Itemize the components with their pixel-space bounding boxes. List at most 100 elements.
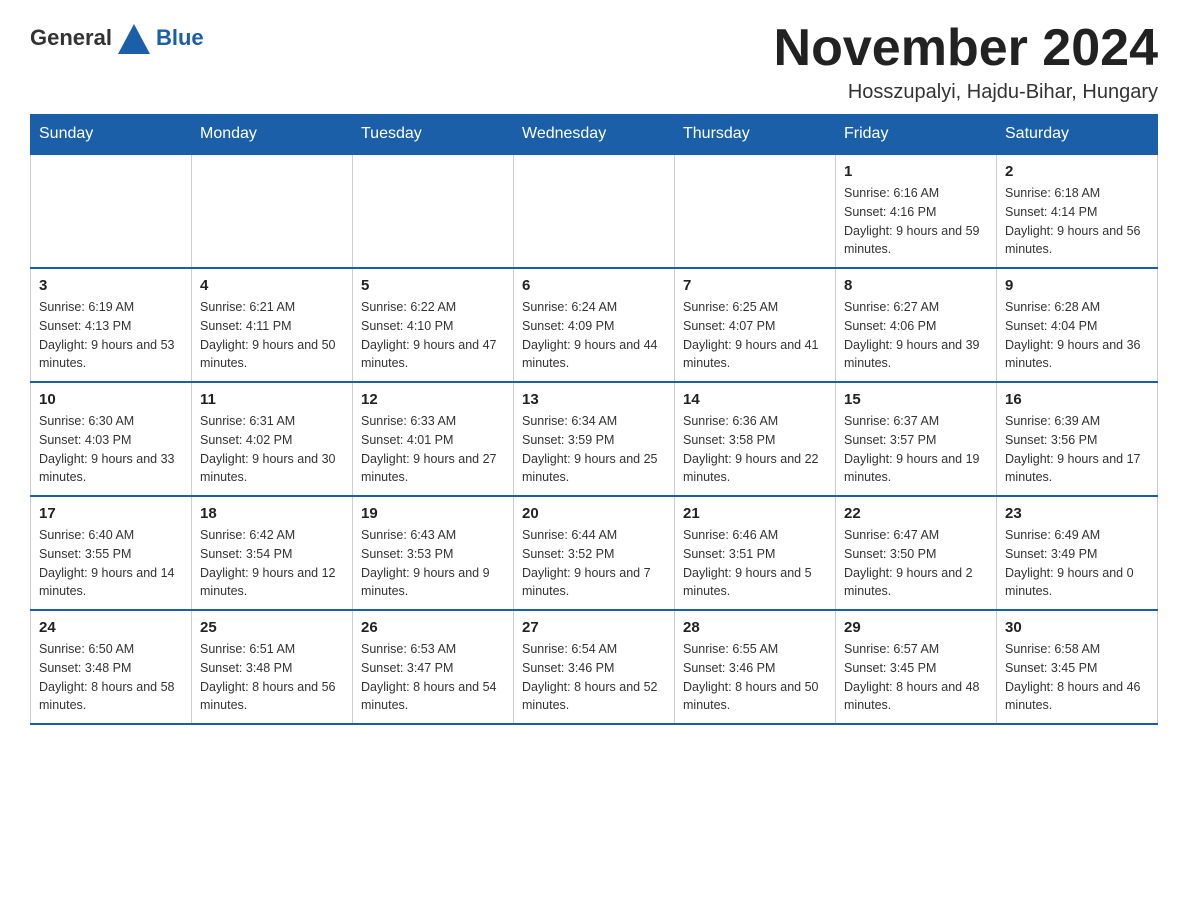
day-number: 13	[522, 391, 666, 408]
day-info: Sunrise: 6:19 AM Sunset: 4:13 PM Dayligh…	[39, 298, 183, 373]
day-number: 9	[1005, 277, 1149, 294]
calendar-cell	[31, 154, 192, 268]
calendar-cell: 27 Sunrise: 6:54 AM Sunset: 3:46 PM Dayli…	[514, 610, 675, 724]
calendar-cell: 20Sunrise: 6:44 AM Sunset: 3:52 PM Dayli…	[514, 496, 675, 610]
title-block: November 2024 Hosszupalyi, Hajdu-Bihar, …	[774, 20, 1158, 104]
calendar-cell: 8Sunrise: 6:27 AM Sunset: 4:06 PM Daylig…	[836, 268, 997, 382]
weekday-header: Friday	[836, 115, 997, 155]
day-info: Sunrise: 6:55 AM Sunset: 3:46 PM Dayligh…	[683, 640, 827, 715]
calendar-cell: 24Sunrise: 6:50 AM Sunset: 3:48 PM Dayli…	[31, 610, 192, 724]
day-info: Sunrise: 6:53 AM Sunset: 3:47 PM Dayligh…	[361, 640, 505, 715]
day-info: Sunrise: 6:18 AM Sunset: 4:14 PM Dayligh…	[1005, 184, 1149, 259]
day-number: 24	[39, 619, 183, 636]
calendar-cell: 13 Sunrise: 6:34 AM Sunset: 3:59 PM Dayli…	[514, 382, 675, 496]
calendar-cell: 22Sunrise: 6:47 AM Sunset: 3:50 PM Dayli…	[836, 496, 997, 610]
day-number: 25	[200, 619, 344, 636]
day-number: 20	[522, 505, 666, 522]
day-info: Sunrise: 6:46 AM Sunset: 3:51 PM Dayligh…	[683, 526, 827, 601]
logo: General Blue	[30, 20, 204, 56]
calendar-cell: 9 Sunrise: 6:28 AM Sunset: 4:04 PM Daylig…	[997, 268, 1158, 382]
day-info: Sunrise: 6:40 AM Sunset: 3:55 PM Dayligh…	[39, 526, 183, 601]
day-number: 1	[844, 163, 988, 180]
calendar-cell: 2 Sunrise: 6:18 AM Sunset: 4:14 PM Daylig…	[997, 154, 1158, 268]
calendar-cell: 18 Sunrise: 6:42 AM Sunset: 3:54 PM Dayli…	[192, 496, 353, 610]
calendar-cell: 6 Sunrise: 6:24 AM Sunset: 4:09 PM Daylig…	[514, 268, 675, 382]
day-info: Sunrise: 6:54 AM Sunset: 3:46 PM Dayligh…	[522, 640, 666, 715]
weekday-header: Wednesday	[514, 115, 675, 155]
calendar-cell: 25Sunrise: 6:51 AM Sunset: 3:48 PM Dayli…	[192, 610, 353, 724]
page-header: General Blue November 2024 Hosszupalyi, …	[30, 20, 1158, 104]
day-number: 23	[1005, 505, 1149, 522]
calendar-cell: 5 Sunrise: 6:22 AM Sunset: 4:10 PM Daylig…	[353, 268, 514, 382]
calendar-week-row: 17 Sunrise: 6:40 AM Sunset: 3:55 PM Dayli…	[31, 496, 1158, 610]
calendar-week-row: 3 Sunrise: 6:19 AM Sunset: 4:13 PM Daylig…	[31, 268, 1158, 382]
calendar-cell: 28 Sunrise: 6:55 AM Sunset: 3:46 PM Dayli…	[675, 610, 836, 724]
weekday-header: Saturday	[997, 115, 1158, 155]
day-number: 2	[1005, 163, 1149, 180]
month-title: November 2024	[774, 20, 1158, 77]
day-number: 5	[361, 277, 505, 294]
logo-general-text: General	[30, 25, 112, 51]
calendar-week-row: 10Sunrise: 6:30 AM Sunset: 4:03 PM Dayli…	[31, 382, 1158, 496]
day-number: 26	[361, 619, 505, 636]
calendar-cell: 14Sunrise: 6:36 AM Sunset: 3:58 PM Dayli…	[675, 382, 836, 496]
day-info: Sunrise: 6:22 AM Sunset: 4:10 PM Dayligh…	[361, 298, 505, 373]
day-number: 12	[361, 391, 505, 408]
calendar-cell: 29 Sunrise: 6:57 AM Sunset: 3:45 PM Dayli…	[836, 610, 997, 724]
weekday-header: Sunday	[31, 115, 192, 155]
day-number: 3	[39, 277, 183, 294]
calendar-week-row: 24Sunrise: 6:50 AM Sunset: 3:48 PM Dayli…	[31, 610, 1158, 724]
day-info: Sunrise: 6:42 AM Sunset: 3:54 PM Dayligh…	[200, 526, 344, 601]
logo-blue-text: Blue	[156, 25, 204, 51]
calendar-cell	[192, 154, 353, 268]
calendar-cell: 19 Sunrise: 6:43 AM Sunset: 3:53 PM Dayli…	[353, 496, 514, 610]
weekday-header: Tuesday	[353, 115, 514, 155]
calendar-cell: 26 Sunrise: 6:53 AM Sunset: 3:47 PM Dayli…	[353, 610, 514, 724]
day-info: Sunrise: 6:16 AM Sunset: 4:16 PM Dayligh…	[844, 184, 988, 259]
day-number: 15	[844, 391, 988, 408]
day-number: 21	[683, 505, 827, 522]
day-number: 29	[844, 619, 988, 636]
day-info: Sunrise: 6:39 AM Sunset: 3:56 PM Dayligh…	[1005, 412, 1149, 487]
weekday-header: Thursday	[675, 115, 836, 155]
day-info: Sunrise: 6:34 AM Sunset: 3:59 PM Dayligh…	[522, 412, 666, 487]
calendar-cell: 3 Sunrise: 6:19 AM Sunset: 4:13 PM Daylig…	[31, 268, 192, 382]
calendar-cell: 10Sunrise: 6:30 AM Sunset: 4:03 PM Dayli…	[31, 382, 192, 496]
calendar-cell	[675, 154, 836, 268]
day-info: Sunrise: 6:21 AM Sunset: 4:11 PM Dayligh…	[200, 298, 344, 373]
day-info: Sunrise: 6:28 AM Sunset: 4:04 PM Dayligh…	[1005, 298, 1149, 373]
day-number: 18	[200, 505, 344, 522]
calendar-cell: 16 Sunrise: 6:39 AM Sunset: 3:56 PM Dayli…	[997, 382, 1158, 496]
calendar-cell: 4 Sunrise: 6:21 AM Sunset: 4:11 PM Daylig…	[192, 268, 353, 382]
day-number: 19	[361, 505, 505, 522]
day-number: 6	[522, 277, 666, 294]
day-number: 17	[39, 505, 183, 522]
day-number: 27	[522, 619, 666, 636]
calendar-table: SundayMondayTuesdayWednesdayThursdayFrid…	[30, 114, 1158, 725]
day-info: Sunrise: 6:31 AM Sunset: 4:02 PM Dayligh…	[200, 412, 344, 487]
logo-icon	[116, 20, 152, 56]
calendar-cell: 11 Sunrise: 6:31 AM Sunset: 4:02 PM Dayli…	[192, 382, 353, 496]
calendar-cell: 12 Sunrise: 6:33 AM Sunset: 4:01 PM Dayli…	[353, 382, 514, 496]
day-number: 10	[39, 391, 183, 408]
calendar-week-row: 1 Sunrise: 6:16 AM Sunset: 4:16 PM Daylig…	[31, 154, 1158, 268]
day-number: 16	[1005, 391, 1149, 408]
day-number: 11	[200, 391, 344, 408]
day-number: 4	[200, 277, 344, 294]
day-info: Sunrise: 6:33 AM Sunset: 4:01 PM Dayligh…	[361, 412, 505, 487]
calendar-cell	[514, 154, 675, 268]
day-number: 28	[683, 619, 827, 636]
day-info: Sunrise: 6:24 AM Sunset: 4:09 PM Dayligh…	[522, 298, 666, 373]
day-info: Sunrise: 6:25 AM Sunset: 4:07 PM Dayligh…	[683, 298, 827, 373]
day-info: Sunrise: 6:58 AM Sunset: 3:45 PM Dayligh…	[1005, 640, 1149, 715]
day-info: Sunrise: 6:47 AM Sunset: 3:50 PM Dayligh…	[844, 526, 988, 601]
day-info: Sunrise: 6:27 AM Sunset: 4:06 PM Dayligh…	[844, 298, 988, 373]
day-info: Sunrise: 6:49 AM Sunset: 3:49 PM Dayligh…	[1005, 526, 1149, 601]
calendar-cell: 15Sunrise: 6:37 AM Sunset: 3:57 PM Dayli…	[836, 382, 997, 496]
day-info: Sunrise: 6:36 AM Sunset: 3:58 PM Dayligh…	[683, 412, 827, 487]
day-info: Sunrise: 6:57 AM Sunset: 3:45 PM Dayligh…	[844, 640, 988, 715]
day-info: Sunrise: 6:43 AM Sunset: 3:53 PM Dayligh…	[361, 526, 505, 601]
calendar-cell: 17 Sunrise: 6:40 AM Sunset: 3:55 PM Dayli…	[31, 496, 192, 610]
location: Hosszupalyi, Hajdu-Bihar, Hungary	[774, 81, 1158, 104]
calendar-cell: 7Sunrise: 6:25 AM Sunset: 4:07 PM Daylig…	[675, 268, 836, 382]
